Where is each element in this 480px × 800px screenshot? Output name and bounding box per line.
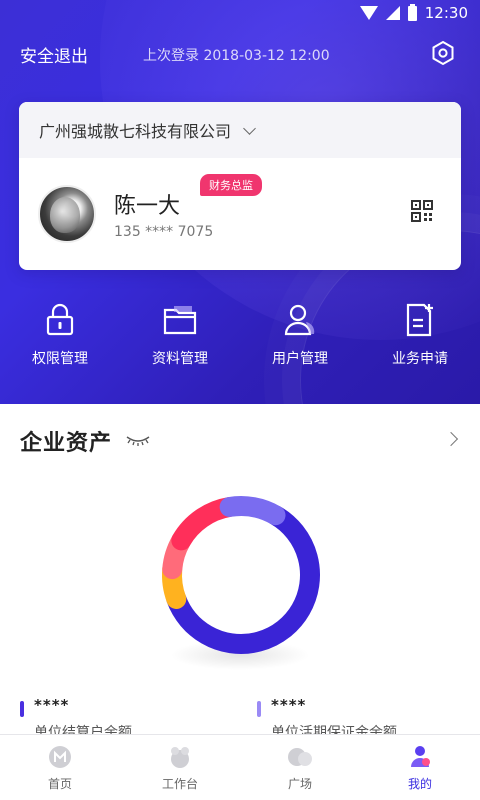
assets-header[interactable]: 企业资产 bbox=[20, 424, 460, 458]
action-permission-management[interactable]: 权限管理 bbox=[0, 302, 120, 368]
action-label: 业务申请 bbox=[392, 351, 448, 367]
legend-color-bar bbox=[20, 701, 24, 717]
legend-color-bar bbox=[257, 701, 261, 717]
user-info: 陈一大 财务总监 135 **** 7075 bbox=[19, 158, 461, 270]
lock-icon bbox=[46, 303, 74, 336]
last-login-text: 上次登录 2018-03-12 12:00 bbox=[143, 48, 330, 64]
qr-code-icon[interactable] bbox=[411, 200, 433, 222]
action-business-application[interactable]: 业务申请 bbox=[360, 302, 480, 368]
battery-icon bbox=[407, 3, 417, 21]
tab-workbench[interactable]: 工作台 bbox=[120, 735, 240, 800]
profile-card: 广州强城散七科技有限公司 陈一大 财务总监 135 **** 7075 bbox=[19, 102, 461, 270]
donut-segment-1 bbox=[162, 496, 320, 654]
eye-closed-icon[interactable] bbox=[126, 435, 150, 447]
role-badge: 财务总监 bbox=[200, 174, 262, 196]
tab-home[interactable]: 首页 bbox=[0, 735, 120, 800]
profile-icon bbox=[411, 746, 430, 767]
document-add-icon bbox=[406, 303, 433, 337]
legend-value: **** bbox=[34, 696, 70, 714]
company-selector[interactable]: 广州强城散七科技有限公司 bbox=[19, 102, 461, 158]
legend-value: **** bbox=[271, 696, 307, 714]
donut-segment-4 bbox=[162, 496, 320, 654]
tab-square[interactable]: 广场 bbox=[240, 735, 360, 800]
tab-label: 工作台 bbox=[161, 777, 198, 791]
donut-segment-3 bbox=[162, 496, 320, 654]
chevron-down-icon bbox=[243, 121, 256, 135]
assets-donut-chart bbox=[162, 496, 320, 654]
home-logo-icon bbox=[49, 746, 71, 768]
wifi-icon bbox=[359, 6, 378, 20]
folder-icon bbox=[163, 306, 197, 335]
action-label: 用户管理 bbox=[272, 351, 328, 367]
donut-segment-2 bbox=[162, 496, 320, 654]
tab-label: 我的 bbox=[407, 777, 432, 791]
donut-segment-0 bbox=[162, 496, 320, 654]
app-screen: 12:30 安全退出 上次登录 2018-03-12 12:00 广州强城散七科… bbox=[0, 0, 480, 800]
action-label: 权限管理 bbox=[32, 351, 88, 367]
status-bar: 12:30 bbox=[0, 0, 480, 28]
user-phone: 135 **** 7075 bbox=[114, 224, 214, 240]
status-time: 12:30 bbox=[424, 4, 468, 22]
company-name: 广州强城散七科技有限公司 bbox=[39, 122, 232, 141]
chat-bubble-icon bbox=[288, 748, 312, 766]
settings-icon[interactable] bbox=[430, 40, 456, 66]
tab-label: 首页 bbox=[47, 777, 72, 791]
tab-label: 广场 bbox=[287, 777, 312, 791]
logout-button[interactable]: 安全退出 bbox=[20, 42, 88, 67]
assets-title: 企业资产 bbox=[20, 431, 113, 456]
top-bar: 安全退出 上次登录 2018-03-12 12:00 bbox=[0, 40, 480, 70]
action-data-management[interactable]: 资料管理 bbox=[120, 302, 240, 368]
bottom-tab-bar: 首页 工作台 广场 我的 bbox=[0, 734, 480, 800]
action-label: 资料管理 bbox=[152, 351, 208, 367]
user-name: 陈一大 bbox=[114, 194, 181, 219]
quick-actions: 权限管理 资料管理 用户管理 业务申请 bbox=[0, 302, 480, 368]
tab-mine[interactable]: 我的 bbox=[360, 735, 480, 800]
action-user-management[interactable]: 用户管理 bbox=[240, 302, 360, 368]
workbench-icon bbox=[171, 747, 189, 768]
signal-icon bbox=[385, 6, 400, 20]
avatar[interactable] bbox=[38, 185, 96, 243]
user-icon bbox=[284, 304, 315, 336]
chevron-right-icon[interactable] bbox=[443, 431, 459, 447]
